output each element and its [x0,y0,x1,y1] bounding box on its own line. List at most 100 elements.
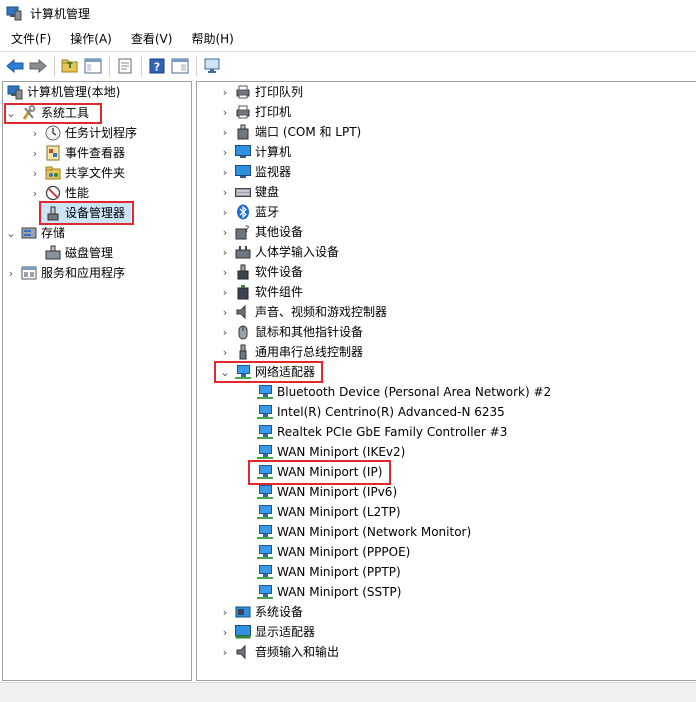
chevron-right-icon[interactable]: › [219,222,231,242]
menu-file[interactable]: 文件(F) [0,28,59,50]
network-adapter-icon [257,504,273,520]
adapter-item[interactable]: WAN Miniport (IKEv2) [253,442,405,462]
highlight-box-system-tools [4,103,102,124]
show-tree-icon[interactable] [82,55,104,77]
device-category-label: 系统设备 [255,605,304,619]
network-adapter-icon [257,384,273,400]
chevron-right-icon[interactable]: › [29,143,41,163]
device-category-software-devices[interactable]: › 软件设备 [219,262,303,282]
adapter-item[interactable]: WAN Miniport (PPTP) [253,562,401,582]
device-category-ports[interactable]: › 端口 (COM 和 LPT) [219,122,361,142]
device-category-monitors[interactable]: › 监视器 [219,162,291,182]
console-tree-icon[interactable] [169,55,191,77]
device-category-label: 软件设备 [255,265,304,279]
adapter-label: WAN Miniport (IKEv2) [277,445,406,459]
chevron-right-icon[interactable]: › [219,182,231,202]
chevron-right-icon[interactable]: › [219,302,231,322]
device-category-keyboards[interactable]: › 键盘 [219,182,279,202]
adapter-item[interactable]: Intel(R) Centrino(R) Advanced-N 6235 [253,402,505,422]
adapter-item[interactable]: Bluetooth Device (Personal Area Network)… [253,382,551,402]
adapter-item[interactable]: WAN Miniport (PPPOE) [253,542,410,562]
device-category-system-devices[interactable]: › 系统设备 [219,602,303,622]
chevron-right-icon[interactable]: › [219,242,231,262]
device-category-print-queues[interactable]: › 打印队列 [219,82,303,102]
tree-item-disk-management[interactable]: 磁盘管理 [41,243,113,263]
tree-item-event-viewer[interactable]: › 事件查看器 [29,143,125,163]
usb-icon [235,344,251,360]
chevron-right-icon[interactable]: › [219,122,231,142]
device-category-audio-io[interactable]: › 音频输入和输出 [219,642,339,662]
network-adapter-icon [257,424,273,440]
menu-action[interactable]: 操作(A) [59,28,120,50]
tree-item-task-scheduler[interactable]: › 任务计划程序 [29,123,137,143]
back-icon[interactable] [4,55,26,77]
adapter-item[interactable]: Realtek PCIe GbE Family Controller #3 [253,422,507,442]
monitor-icon[interactable] [201,55,223,77]
adapter-item[interactable]: WAN Miniport (Network Monitor) [253,522,471,542]
device-category-label: 显示适配器 [255,625,316,639]
device-category-mice[interactable]: › 鼠标和其他指针设备 [219,322,363,342]
chevron-right-icon[interactable]: › [219,602,231,622]
device-category-display-adapters[interactable]: › 显示适配器 [219,622,315,642]
device-list-pane: › 打印队列 › 打印机 › 端口 (COM 和 LPT) › 计算机 › 监视… [196,81,696,681]
tree-item-root[interactable]: 计算机管理(本地) [5,82,120,102]
menu-view[interactable]: 查看(V) [120,28,181,50]
chevron-right-icon[interactable]: › [29,183,41,203]
port-icon [235,124,251,140]
computer-management-icon [7,84,23,100]
storage-icon [21,225,37,241]
chevron-right-icon[interactable]: › [219,642,231,662]
up-folder-icon[interactable] [59,55,81,77]
device-category-printers[interactable]: › 打印机 [219,102,291,122]
device-category-label: 软件组件 [255,285,304,299]
adapter-item[interactable]: WAN Miniport (IPv6) [253,482,397,502]
menu-help[interactable]: 帮助(H) [180,28,241,50]
properties-icon[interactable] [114,55,136,77]
device-category-sound[interactable]: › 声音、视频和游戏控制器 [219,302,387,322]
chevron-right-icon[interactable]: › [219,162,231,182]
device-category-computer[interactable]: › 计算机 [219,142,291,162]
adapter-item[interactable]: WAN Miniport (L2TP) [253,502,401,522]
clock-icon [45,125,61,141]
adapter-label: Bluetooth Device (Personal Area Network)… [277,385,552,399]
chevron-right-icon[interactable]: › [219,82,231,102]
adapter-label: Intel(R) Centrino(R) Advanced-N 6235 [277,405,505,419]
highlight-box-network-adapters [214,361,323,383]
chevron-right-icon[interactable]: › [5,263,17,283]
device-category-hid[interactable]: › 人体学输入设备 [219,242,339,262]
network-adapter-icon [257,584,273,600]
chevron-right-icon[interactable]: › [29,123,41,143]
device-category-bluetooth[interactable]: › 蓝牙 [219,202,279,222]
network-adapter-icon [257,564,273,580]
device-category-software-components[interactable]: › 软件组件 [219,282,303,302]
chevron-right-icon[interactable]: › [219,342,231,362]
forward-icon[interactable] [27,55,49,77]
tree-item-storage[interactable]: ⌄ 存储 [5,223,65,243]
chevron-right-icon[interactable]: › [219,262,231,282]
device-category-label: 键盘 [255,185,280,199]
shared-folder-icon [45,165,61,181]
toolbar-separator [141,55,142,76]
tree-shared-folders-label: 共享文件夹 [65,166,126,180]
adapter-item[interactable]: WAN Miniport (SSTP) [253,582,401,602]
tree-performance-label: 性能 [65,186,90,200]
device-category-label: 声音、视频和游戏控制器 [255,305,388,319]
tree-item-performance[interactable]: › 性能 [29,183,89,203]
chevron-right-icon[interactable]: › [219,322,231,342]
tree-item-shared-folders[interactable]: › 共享文件夹 [29,163,125,183]
device-category-usb[interactable]: › 通用串行总线控制器 [219,342,363,362]
chevron-right-icon[interactable]: › [219,202,231,222]
chevron-right-icon[interactable]: › [219,102,231,122]
chevron-right-icon[interactable]: › [219,282,231,302]
chevron-right-icon[interactable]: › [29,163,41,183]
computer-icon [235,144,251,160]
network-adapter-icon [257,444,273,460]
display-adapter-icon [235,624,251,640]
device-category-label: 通用串行总线控制器 [255,345,364,359]
chevron-right-icon[interactable]: › [219,622,231,642]
help-icon[interactable]: ? [146,55,168,77]
chevron-down-icon[interactable]: ⌄ [5,223,17,243]
chevron-right-icon[interactable]: › [219,142,231,162]
tree-item-services-apps[interactable]: › 服务和应用程序 [5,263,125,283]
device-category-other-devices[interactable]: › ? 其他设备 [219,222,303,242]
